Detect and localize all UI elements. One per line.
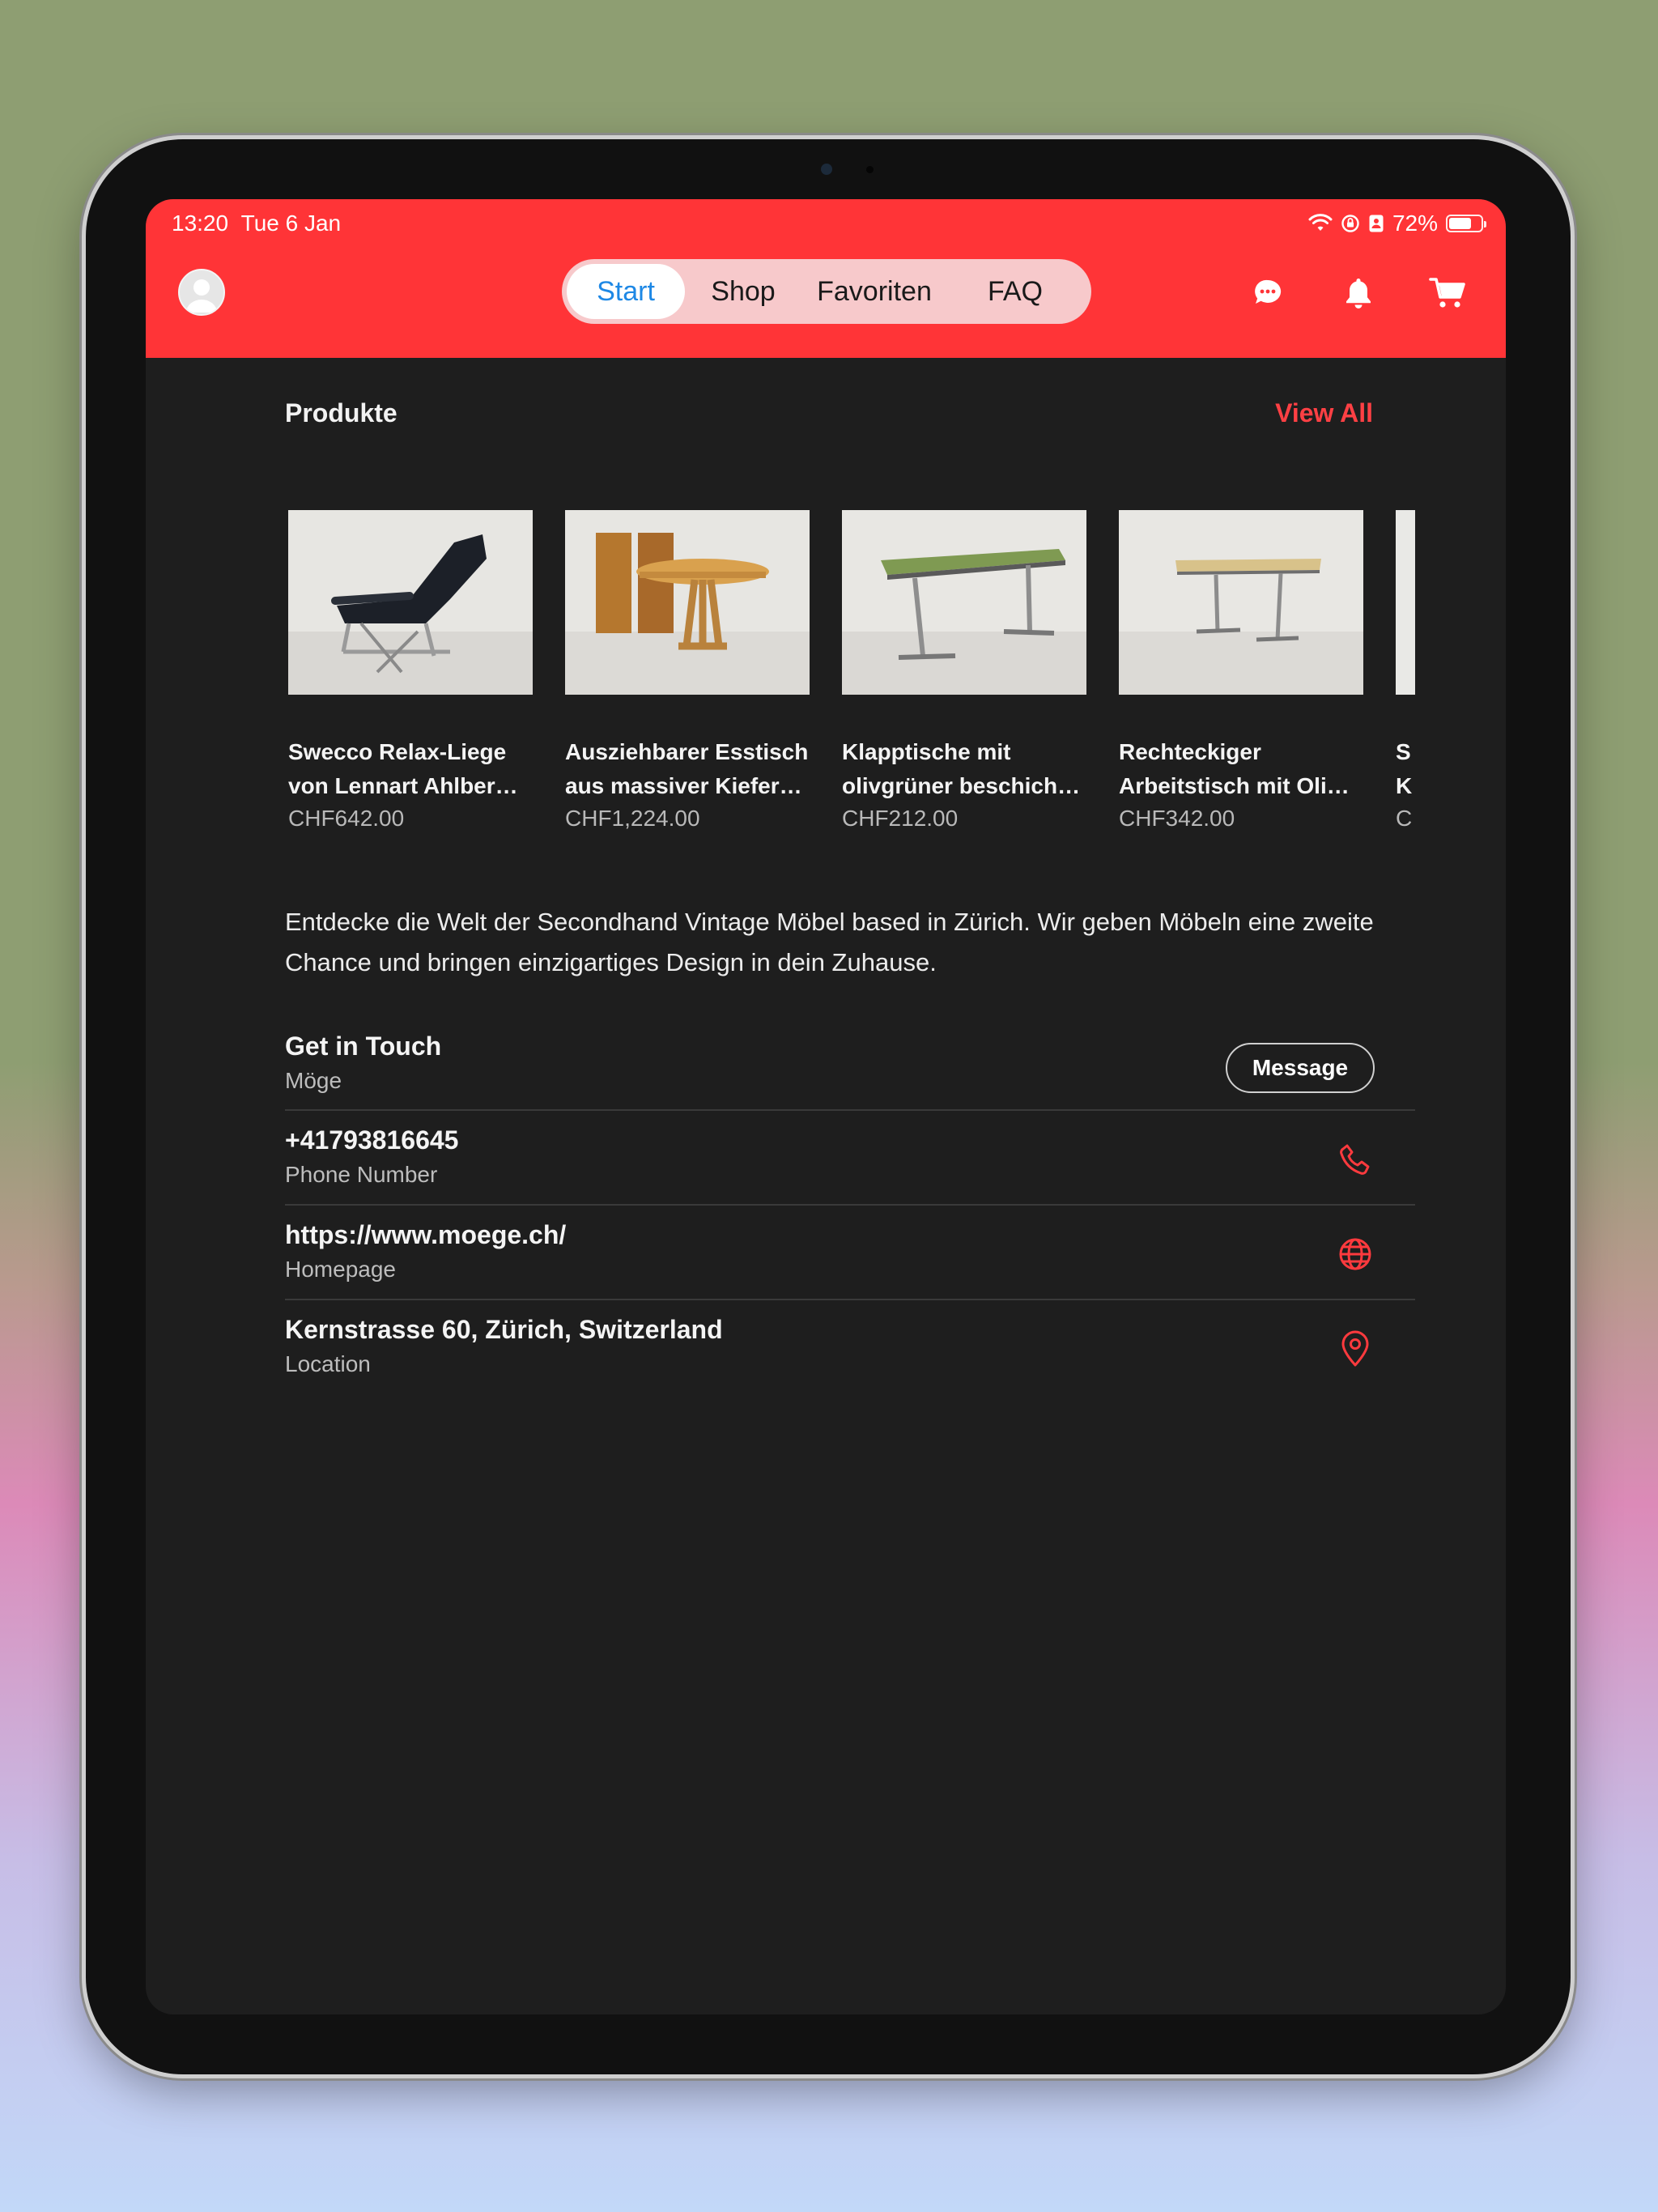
location-row[interactable]: Kernstrasse 60, Zürich, Switzerland Loca… xyxy=(285,1315,1415,1396)
product-name: aus massiver Kiefer… xyxy=(565,773,802,798)
wifi-icon xyxy=(1308,214,1333,231)
product-name: K xyxy=(1396,773,1413,798)
volume-up-button xyxy=(1571,272,1577,338)
product-image-relax-chair xyxy=(288,510,533,695)
tab-shop[interactable]: Shop xyxy=(688,264,798,319)
divider xyxy=(285,1204,1415,1206)
notifications-button[interactable] xyxy=(1339,274,1378,313)
phone-label: Phone Number xyxy=(285,1162,438,1187)
product-price: CHF1,224.00 xyxy=(565,806,700,831)
location-pin-icon[interactable] xyxy=(1336,1329,1375,1368)
phone-row[interactable]: +41793816645 Phone Number xyxy=(285,1125,1415,1206)
chat-button[interactable] xyxy=(1248,274,1287,313)
globe-icon[interactable] xyxy=(1336,1235,1375,1274)
product-image-work-table xyxy=(1119,510,1363,695)
homepage-url: https://www.moege.ch/ xyxy=(285,1220,567,1249)
product-name: Rechteckiger xyxy=(1119,739,1261,764)
view-all-link[interactable]: View All xyxy=(1275,398,1373,428)
product-price: CHF642.00 xyxy=(288,806,405,831)
battery-percent: 72% xyxy=(1392,211,1438,236)
app-header: 13:20 Tue 6 Jan 72% Start Shop Favoriten… xyxy=(146,199,1506,358)
product-carousel[interactable]: Swecco Relax-Liege von Lennart Ahlber… C… xyxy=(288,510,1415,850)
status-icons: 72% xyxy=(1308,209,1486,238)
avatar[interactable] xyxy=(178,269,225,316)
tab-start[interactable]: Start xyxy=(567,264,685,319)
product-price: CHF212.00 xyxy=(842,806,959,831)
camera-sensor xyxy=(866,166,874,173)
product-name: Arbeitstisch mit Oli… xyxy=(1119,773,1350,798)
cart-icon xyxy=(1429,278,1465,308)
orientation-lock-icon xyxy=(1341,215,1359,232)
volume-down-button xyxy=(1571,356,1577,423)
front-camera xyxy=(821,164,832,175)
product-image-folding-table xyxy=(842,510,1086,695)
product-card[interactable]: S K C xyxy=(1396,510,1415,834)
product-card[interactable]: Rechteckiger Arbeitstisch mit Oli… CHF34… xyxy=(1119,510,1363,834)
divider xyxy=(285,1299,1415,1300)
app-screen: 13:20 Tue 6 Jan 72% Start Shop Favoriten… xyxy=(146,199,1506,2014)
product-name: Swecco Relax-Liege xyxy=(288,739,507,764)
product-image-dining-table xyxy=(565,510,810,695)
product-price: C xyxy=(1396,806,1413,831)
homepage-row[interactable]: https://www.moege.ch/ Homepage xyxy=(285,1220,1415,1301)
top-button xyxy=(1402,133,1473,139)
shop-description: Entdecke die Welt der Secondhand Vintage… xyxy=(285,908,1374,976)
product-name: olivgrüner beschich… xyxy=(842,773,1081,798)
product-name: Klapptische mit xyxy=(842,739,1011,764)
product-name: Ausziehbarer Esstisch xyxy=(565,739,809,764)
product-card[interactable]: Swecco Relax-Liege von Lennart Ahlber… C… xyxy=(288,510,533,834)
product-image-partial xyxy=(1396,510,1415,695)
chat-bubble-icon xyxy=(1255,279,1282,304)
divider xyxy=(285,1109,1415,1111)
product-name: S xyxy=(1396,739,1411,764)
location-label: Location xyxy=(285,1351,371,1376)
product-card[interactable]: Ausziehbarer Esstisch aus massiver Kiefe… xyxy=(565,510,810,834)
cart-button[interactable] xyxy=(1428,274,1467,313)
tab-favoriten[interactable]: Favoriten xyxy=(801,264,947,319)
product-card[interactable]: Klapptische mit olivgrüner beschich… CHF… xyxy=(842,510,1086,834)
message-button[interactable]: Message xyxy=(1226,1043,1375,1093)
status-time: 13:20 Tue 6 Jan xyxy=(172,211,342,236)
phone-number: +41793816645 xyxy=(285,1125,459,1155)
product-price: CHF342.00 xyxy=(1119,806,1235,831)
main-tab-bar: Start Shop Favoriten FAQ xyxy=(562,259,1091,324)
tab-faq[interactable]: FAQ xyxy=(950,264,1080,319)
location-address: Kernstrasse 60, Zürich, Switzerland xyxy=(285,1315,723,1344)
product-name: von Lennart Ahlber… xyxy=(288,773,518,798)
user-icon xyxy=(186,279,217,313)
phone-icon[interactable] xyxy=(1336,1140,1375,1179)
contact-card-icon xyxy=(1369,215,1384,232)
homepage-label: Homepage xyxy=(285,1257,396,1282)
get-in-touch-row: Get in Touch Möge Message xyxy=(285,1032,1415,1112)
bell-icon xyxy=(1346,279,1371,308)
section-title-produkte: Produkte xyxy=(285,398,397,428)
battery-icon xyxy=(1446,215,1486,232)
